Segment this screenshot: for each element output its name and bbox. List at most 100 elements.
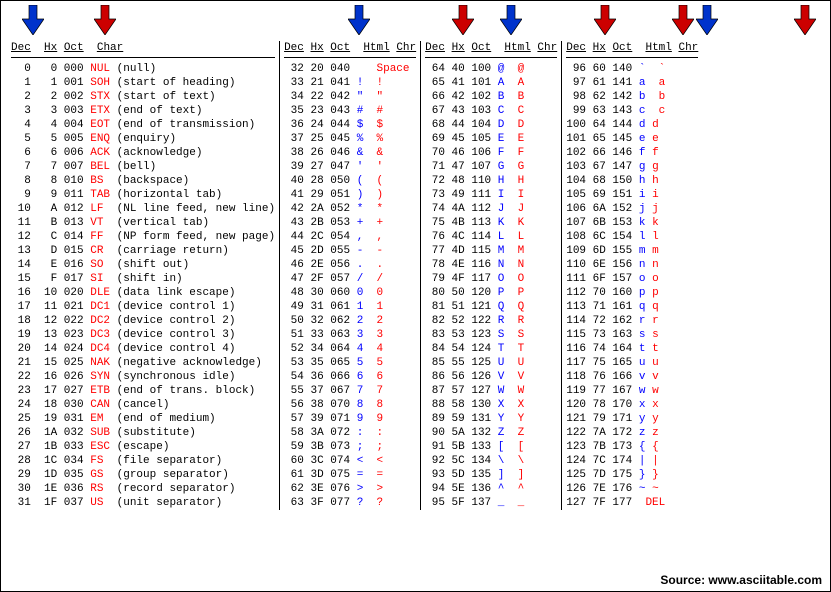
table-row: 70 46 106 F F <box>425 146 557 160</box>
table-row: 60 3C 074 < < <box>284 454 416 468</box>
table-row: 85 55 125 U U <box>425 356 557 370</box>
table-row: 74 4A 112 J J <box>425 202 557 216</box>
table-row: 81 51 121 Q Q <box>425 300 557 314</box>
column-header: Dec Hx Oct Html Chr <box>566 41 698 58</box>
table-row: 117 75 165 u u <box>566 356 698 370</box>
table-row: 88 58 130 X X <box>425 398 557 412</box>
table-row: 120 78 170 x x <box>566 398 698 412</box>
table-row: 47 2F 057 / / <box>284 272 416 286</box>
table-row: 76 4C 114 L L <box>425 230 557 244</box>
table-row: 99 63 143 c c <box>566 104 698 118</box>
table-row: 55 37 067 7 7 <box>284 384 416 398</box>
table-row: 62 3E 076 > > <box>284 482 416 496</box>
table-row: 59 3B 073 ; ; <box>284 440 416 454</box>
table-row: 38 26 046 & & <box>284 146 416 160</box>
table-row: 127 7F 177  DEL <box>566 496 698 510</box>
table-row: 82 52 122 R R <box>425 314 557 328</box>
table-row: 20 14 024 DC4 (device control 4) <box>11 342 275 356</box>
table-row: 36 24 044 $ $ <box>284 118 416 132</box>
table-row: 110 6E 156 n n <box>566 258 698 272</box>
table-row: 3 3 003 ETX (end of text) <box>11 104 275 118</box>
column-header: Dec Hx Oct Char <box>11 41 275 58</box>
table-row: 77 4D 115 M M <box>425 244 557 258</box>
table-row: 90 5A 132 Z Z <box>425 426 557 440</box>
table-row: 95 5F 137 _ _ <box>425 496 557 510</box>
table-row: 41 29 051 ) ) <box>284 188 416 202</box>
table-row: 109 6D 155 m m <box>566 244 698 258</box>
table-row: 75 4B 113 K K <box>425 216 557 230</box>
table-row: 78 4E 116 N N <box>425 258 557 272</box>
table-row: 106 6A 152 j j <box>566 202 698 216</box>
table-row: 112 70 160 p p <box>566 286 698 300</box>
table-row: 26 1A 032 SUB (substitute) <box>11 426 275 440</box>
table-row: 17 11 021 DC1 (device control 1) <box>11 300 275 314</box>
table-row: 126 7E 176 ~ ~ <box>566 482 698 496</box>
table-row: 46 2E 056 . . <box>284 258 416 272</box>
table-row: 14 E 016 SO (shift out) <box>11 258 275 272</box>
table-row: 7 7 007 BEL (bell) <box>11 160 275 174</box>
table-row: 10 A 012 LF (NL line feed, new line) <box>11 202 275 216</box>
table-row: 111 6F 157 o o <box>566 272 698 286</box>
table-row: 40 28 050 ( ( <box>284 174 416 188</box>
table-row: 125 7D 175 } } <box>566 468 698 482</box>
table-row: 86 56 126 V V <box>425 370 557 384</box>
table-row: 52 34 064 4 4 <box>284 342 416 356</box>
table-row: 94 5E 136 ^ ^ <box>425 482 557 496</box>
table-row: 30 1E 036 RS (record separator) <box>11 482 275 496</box>
table-row: 80 50 120 P P <box>425 286 557 300</box>
table-row: 66 42 102 B B <box>425 90 557 104</box>
table-row: 98 62 142 b b <box>566 90 698 104</box>
table-row: 31 1F 037 US (unit separator) <box>11 496 275 510</box>
table-row: 104 68 150 h h <box>566 174 698 188</box>
table-row: 114 72 162 r r <box>566 314 698 328</box>
table-row: 107 6B 153 k k <box>566 216 698 230</box>
table-row: 79 4F 117 O O <box>425 272 557 286</box>
table-row: 11 B 013 VT (vertical tab) <box>11 216 275 230</box>
table-row: 39 27 047 ' ' <box>284 160 416 174</box>
table-row: 37 25 045 % % <box>284 132 416 146</box>
table-row: 18 12 022 DC2 (device control 2) <box>11 314 275 328</box>
table-row: 49 31 061 1 1 <box>284 300 416 314</box>
column-header: Dec Hx Oct Html Chr <box>425 41 557 58</box>
table-row: 58 3A 072 : : <box>284 426 416 440</box>
table-row: 28 1C 034 FS (file separator) <box>11 454 275 468</box>
table-row: 34 22 042 " " <box>284 90 416 104</box>
table-row: 13 D 015 CR (carriage return) <box>11 244 275 258</box>
table-row: 124 7C 174 | | <box>566 454 698 468</box>
table-row: 100 64 144 d d <box>566 118 698 132</box>
table-row: 119 77 167 w w <box>566 384 698 398</box>
table-row: 1 1 001 SOH (start of heading) <box>11 76 275 90</box>
table-row: 57 39 071 9 9 <box>284 412 416 426</box>
table-row: 93 5D 135 ] ] <box>425 468 557 482</box>
table-row: 65 41 101 A A <box>425 76 557 90</box>
table-row: 16 10 020 DLE (data link escape) <box>11 286 275 300</box>
table-row: 48 30 060 0 0 <box>284 286 416 300</box>
table-row: 72 48 110 H H <box>425 174 557 188</box>
table-row: 15 F 017 SI (shift in) <box>11 272 275 286</box>
table-row: 0 0 000 NUL (null) <box>11 62 275 76</box>
table-row: 5 5 005 ENQ (enquiry) <box>11 132 275 146</box>
table-row: 6 6 006 ACK (acknowledge) <box>11 146 275 160</box>
table-row: 96 60 140 ` ` <box>566 62 698 76</box>
table-row: 108 6C 154 l l <box>566 230 698 244</box>
table-row: 51 33 063 3 3 <box>284 328 416 342</box>
table-row: 25 19 031 EM (end of medium) <box>11 412 275 426</box>
table-row: 21 15 025 NAK (negative acknowledge) <box>11 356 275 370</box>
table-row: 53 35 065 5 5 <box>284 356 416 370</box>
table-row: 91 5B 133 [ [ <box>425 440 557 454</box>
table-row: 67 43 103 C C <box>425 104 557 118</box>
table-row: 56 38 070 8 8 <box>284 398 416 412</box>
table-row: 54 36 066 6 6 <box>284 370 416 384</box>
table-row: 68 44 104 D D <box>425 118 557 132</box>
table-row: 42 2A 052 * * <box>284 202 416 216</box>
table-row: 69 45 105 E E <box>425 132 557 146</box>
table-row: 87 57 127 W W <box>425 384 557 398</box>
table-row: 4 4 004 EOT (end of transmission) <box>11 118 275 132</box>
table-row: 61 3D 075 = = <box>284 468 416 482</box>
table-row: 27 1B 033 ESC (escape) <box>11 440 275 454</box>
table-row: 23 17 027 ETB (end of trans. block) <box>11 384 275 398</box>
table-row: 2 2 002 STX (start of text) <box>11 90 275 104</box>
table-row: 9 9 011 TAB (horizontal tab) <box>11 188 275 202</box>
table-row: 29 1D 035 GS (group separator) <box>11 468 275 482</box>
table-row: 121 79 171 y y <box>566 412 698 426</box>
